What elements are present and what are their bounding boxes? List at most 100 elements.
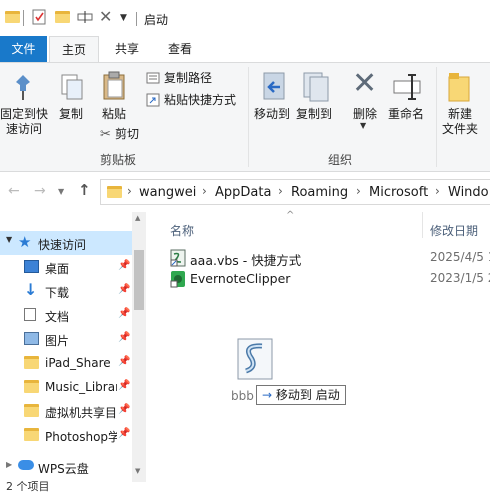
rename-icon[interactable] [77,10,93,27]
star-icon: ★ [18,233,32,251]
nav-item-folder[interactable]: Photoshop学 📌 [0,423,132,447]
nav-label: 文档 [45,310,70,324]
file-date: 2025/4/5 1 [430,250,490,264]
dragged-file-icon [236,337,276,381]
new-folder-button[interactable]: 新建 文件夹 [440,107,480,137]
forward-arrow-icon[interactable]: → [34,183,46,199]
paste-button[interactable]: 粘贴 [100,107,128,122]
up-arrow-icon[interactable]: ↑ [78,181,91,199]
nav-label: 快速访问 [38,238,87,252]
tab-share[interactable]: 共享 [104,36,150,62]
nav-item-folder[interactable]: 虚拟机共享目 📌 [0,399,132,423]
nav-item-folder[interactable]: Music_Librar 📌 [0,375,132,399]
tab-home[interactable]: 主页 [49,36,99,63]
file-name: aaa.vbs - 快捷方式 [190,253,302,268]
paste-shortcut-button[interactable]: 粘贴快捷方式 [164,93,236,108]
clipboard-group-label: 剪贴板 [100,153,137,167]
nav-item-folder[interactable]: iPad_Share 📌 [0,351,132,375]
sort-ascending-icon: ^ [286,210,295,221]
chevron-down-icon[interactable]: ▼ [6,235,12,244]
properties-icon[interactable] [32,9,46,28]
breadcrumb-item[interactable]: AppData [215,185,271,200]
copy-icon[interactable] [60,73,84,104]
status-bar: 2 个项目 [6,480,50,493]
nav-item-wps-cloud[interactable]: ▶ WPS云盘 [0,455,132,479]
nav-item-desktop[interactable]: 桌面 📌 [0,255,132,279]
copy-to-icon[interactable] [302,71,330,106]
move-to-button[interactable]: 移动到 [254,107,290,122]
address-bar[interactable]: › wangwei › AppData › Roaming › Microsof… [100,179,490,205]
nav-label: WPS云盘 [38,462,89,476]
chevron-right-icon[interactable]: › [202,184,207,198]
chevron-right-icon[interactable]: › [435,184,440,198]
new-folder-icon[interactable] [55,11,70,23]
nav-item-documents[interactable]: 文档 📌 [0,303,132,327]
column-header-name[interactable]: 名称 [170,222,194,239]
column-header-modified[interactable]: 修改日期 [430,222,478,239]
table-row[interactable]: EvernoteClipper 2023/1/5 2 [168,269,490,289]
table-row[interactable]: aaa.vbs - 快捷方式 2025/4/5 1 [168,248,490,268]
file-name: EvernoteClipper [190,271,291,286]
pin-icon[interactable]: 📌 [118,380,130,391]
cut-button[interactable]: 剪切 [115,127,139,142]
tab-file[interactable]: 文件 [0,36,47,62]
vbs-shortcut-icon [170,249,186,270]
scissors-icon[interactable]: ✂ [100,127,111,142]
nav-item-downloads[interactable]: ↓ 下载 📌 [0,279,132,303]
delete-button[interactable]: 删除 [350,107,380,122]
new-folder-large-icon[interactable] [448,71,470,106]
tab-view[interactable]: 查看 [157,36,203,62]
delete-x-icon[interactable]: ✕ [352,69,377,99]
nav-label: 桌面 [45,262,70,276]
pin-icon[interactable]: 📌 [118,308,130,319]
chevron-right-icon[interactable]: › [278,184,283,198]
chevron-right-icon[interactable]: › [127,184,132,198]
pin-icon[interactable] [12,73,34,104]
file-date: 2023/1/5 2 [430,271,490,285]
scroll-up-icon[interactable]: ▲ [135,214,140,222]
pin-icon[interactable]: 📌 [118,356,130,367]
chevron-down-icon[interactable]: ▼ [120,13,127,23]
drag-tooltip-text: 移动到 启动 [275,388,340,402]
breadcrumb-item[interactable]: Microsoft [369,185,428,200]
folder-icon [24,356,39,369]
nav-scrollbar-thumb[interactable] [134,250,144,310]
nav-item-quick-access[interactable]: ▼ ★ 快速访问 [0,231,132,255]
pin-icon[interactable]: 📌 [118,260,130,271]
chevron-right-icon[interactable]: › [356,184,361,198]
folder-icon [24,404,39,417]
paste-shortcut-icon[interactable] [146,93,160,110]
chevron-down-icon[interactable]: ▼ [360,121,366,130]
arrow-right-icon: → [262,388,273,402]
navigation-pane: ▼ ★ 快速访问 桌面 📌 ↓ 下载 📌 文档 📌 图片 📌 iPad_Shar… [0,212,146,482]
scroll-down-icon[interactable]: ▼ [135,467,140,475]
breadcrumb-item[interactable]: Window [448,185,488,200]
copy-path-button[interactable]: 复制路径 [164,71,212,86]
folder-icon [107,186,122,198]
pin-icon[interactable]: 📌 [118,284,130,295]
copy-to-button[interactable]: 复制到 [296,107,332,122]
delete-icon[interactable]: ✕ [99,9,112,25]
back-arrow-icon[interactable]: ← [8,183,20,199]
breadcrumb-item[interactable]: wangwei [139,185,196,200]
nav-item-pictures[interactable]: 图片 📌 [0,327,132,351]
pin-quick-access-button[interactable]: 固定到快 速访问 [0,107,48,137]
ribbon: 固定到快 速访问 复制 粘贴 复制路径 粘贴快捷方式 ✂ 剪切 剪贴板 移动到 … [0,62,490,172]
pin-icon[interactable]: 📌 [118,428,130,439]
pin-icon[interactable]: 📌 [118,332,130,343]
breadcrumb-item[interactable]: Roaming [291,185,348,200]
nav-label: iPad_Share [45,356,111,370]
rename-button[interactable]: 重命名 [386,107,426,122]
move-to-icon[interactable] [262,71,288,106]
folder-icon [24,428,39,441]
copy-button[interactable]: 复制 [58,107,84,122]
copy-path-icon[interactable] [146,72,160,87]
address-row: ← → ▼ ↑ › wangwei › AppData › Roaming › … [0,172,490,212]
chevron-down-icon[interactable]: ▼ [58,187,64,196]
paste-icon[interactable] [102,71,126,104]
picture-icon [24,332,39,345]
column-divider[interactable] [422,212,423,238]
pin-icon[interactable]: 📌 [118,404,130,415]
chevron-right-icon[interactable]: ▶ [6,460,12,469]
rename-large-icon[interactable] [392,73,422,104]
